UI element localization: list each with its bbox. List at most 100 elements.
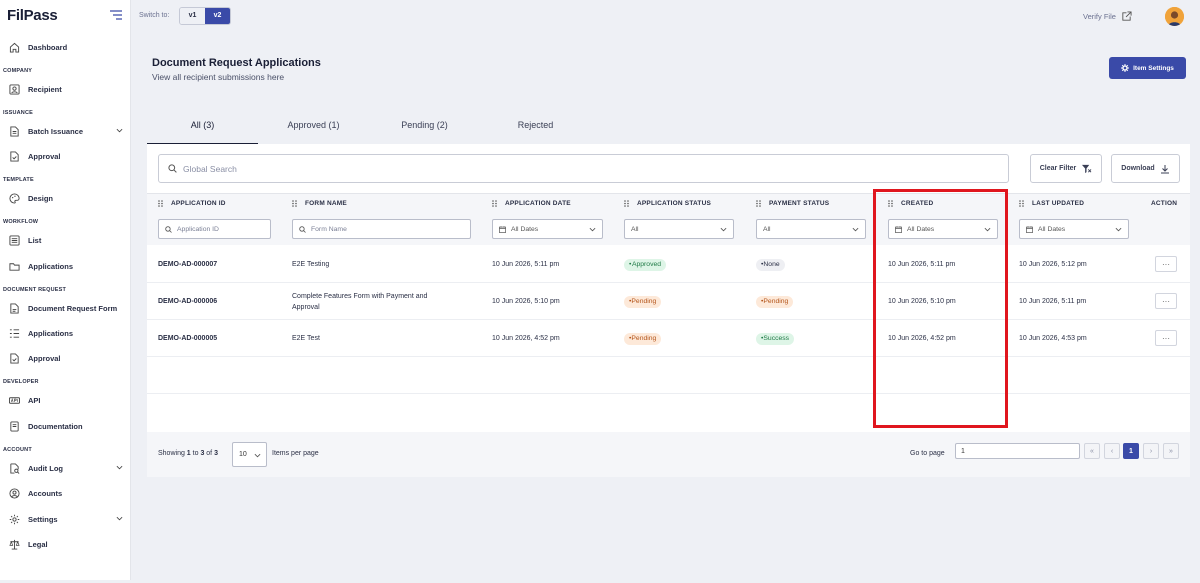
payment-status-filter[interactable]: All bbox=[756, 219, 866, 239]
payment-badge: • None bbox=[756, 258, 785, 271]
switch-label: Switch to: bbox=[139, 12, 170, 19]
applications-table-card: Clear Filter Download APPLICATION ID FOR… bbox=[147, 144, 1190, 477]
tab-rejected[interactable]: Rejected bbox=[480, 110, 591, 145]
items-per-page-select[interactable]: 10 bbox=[232, 442, 267, 467]
download-button[interactable]: Download bbox=[1111, 154, 1180, 183]
cell-created: 10 Jun 2026, 5:11 pm bbox=[888, 261, 956, 268]
empty-row bbox=[147, 394, 1190, 431]
calendar-icon bbox=[895, 225, 902, 233]
verify-file-label: Verify File bbox=[1083, 12, 1116, 21]
sidebar-item-recipient[interactable]: Recipient bbox=[9, 81, 125, 97]
tab-approved[interactable]: Approved (1) bbox=[258, 110, 369, 145]
sidebar-item-legal[interactable]: Legal bbox=[9, 536, 125, 552]
table-header: APPLICATION ID FORM NAME APPLICATION DAT… bbox=[147, 193, 1190, 245]
calendar-icon bbox=[1026, 225, 1033, 233]
col-header-created[interactable]: CREATED bbox=[888, 200, 933, 207]
tab-all[interactable]: All (3) bbox=[147, 110, 258, 145]
go-to-page-input[interactable] bbox=[955, 443, 1080, 459]
table-row[interactable]: DEMO-AD-000005 E2E Test 10 Jun 2026, 4:5… bbox=[147, 320, 1190, 357]
verify-file-link[interactable]: Verify File bbox=[1083, 11, 1132, 22]
drag-handle-icon[interactable] bbox=[1019, 200, 1025, 207]
sidebar-item-document-request-form[interactable]: Document Request Form bbox=[9, 300, 125, 316]
drag-handle-icon[interactable] bbox=[492, 200, 498, 207]
col-header-application-status[interactable]: APPLICATION STATUS bbox=[624, 200, 711, 207]
sidebar-item-dr-approval[interactable]: Approval bbox=[9, 350, 125, 366]
sidebar-item-batch-issuance[interactable]: Batch Issuance bbox=[9, 123, 125, 139]
col-header-form-name[interactable]: FORM NAME bbox=[292, 200, 347, 207]
col-header-last-updated[interactable]: LAST UPDATED bbox=[1019, 200, 1084, 207]
chevron-down-icon bbox=[984, 227, 991, 232]
sidebar-item-settings[interactable]: Settings bbox=[9, 511, 125, 527]
payment-badge: • Success bbox=[756, 332, 795, 345]
item-settings-label: Item Settings bbox=[1133, 64, 1174, 72]
first-page-button[interactable]: « bbox=[1084, 443, 1100, 459]
sidebar-item-api[interactable]: API bbox=[9, 392, 125, 408]
home-icon bbox=[9, 42, 20, 53]
list-icon bbox=[9, 234, 20, 246]
col-header-payment-status[interactable]: PAYMENT STATUS bbox=[756, 200, 829, 207]
page-title: Document Request Applications bbox=[152, 57, 321, 69]
chevron-down-icon bbox=[720, 227, 727, 232]
avatar[interactable] bbox=[1165, 7, 1184, 26]
menu-toggle-icon[interactable] bbox=[110, 10, 122, 20]
table-row[interactable]: DEMO-AD-000006 Complete Features Form wi… bbox=[147, 283, 1190, 320]
row-actions-button[interactable]: ··· bbox=[1155, 293, 1177, 309]
cell-application-date: 10 Jun 2026, 4:52 pm bbox=[492, 335, 560, 342]
audit-search-icon bbox=[10, 462, 20, 474]
sidebar-item-approval[interactable]: Approval bbox=[9, 148, 125, 164]
palette-icon bbox=[9, 192, 20, 204]
sidebar-item-list[interactable]: List bbox=[9, 232, 125, 248]
application-date-filter[interactable]: All Dates bbox=[492, 219, 603, 239]
items-per-page-label: Items per page bbox=[272, 450, 319, 457]
search-icon bbox=[168, 164, 177, 173]
go-to-page-label: Go to page bbox=[910, 450, 945, 457]
cell-created: 10 Jun 2026, 4:52 pm bbox=[888, 335, 956, 342]
last-updated-date-filter[interactable]: All Dates bbox=[1019, 219, 1129, 239]
drag-handle-icon[interactable] bbox=[756, 200, 762, 207]
sidebar-item-dashboard[interactable]: Dashboard bbox=[9, 39, 125, 55]
drag-handle-icon[interactable] bbox=[888, 200, 894, 207]
sidebar-item-design[interactable]: Design bbox=[9, 190, 125, 206]
row-actions-button[interactable]: ··· bbox=[1155, 330, 1177, 346]
sidebar-item-dr-applications[interactable]: Applications bbox=[9, 325, 125, 341]
drag-handle-icon[interactable] bbox=[624, 200, 630, 207]
section-issuance: ISSUANCE bbox=[3, 110, 34, 116]
cell-application-date: 10 Jun 2026, 5:10 pm bbox=[492, 298, 560, 305]
table-footer: Showing 1 to 3 of 3 10 Items per page Go… bbox=[147, 432, 1190, 477]
page-button-current[interactable]: 1 bbox=[1123, 443, 1139, 459]
pagination-summary: Showing 1 to 3 of 3 bbox=[158, 450, 218, 457]
col-header-application-id[interactable]: APPLICATION ID bbox=[158, 200, 226, 207]
tab-pending[interactable]: Pending (2) bbox=[369, 110, 480, 145]
prev-page-button[interactable]: ‹ bbox=[1104, 443, 1120, 459]
cell-application-id: DEMO-AD-000007 bbox=[158, 261, 218, 268]
col-header-application-date[interactable]: APPLICATION DATE bbox=[492, 200, 571, 207]
application-status-filter[interactable]: All bbox=[624, 219, 734, 239]
version-v1-button[interactable]: v1 bbox=[180, 8, 205, 24]
section-template: TEMPLATE bbox=[3, 177, 34, 183]
cell-created: 10 Jun 2026, 5:10 pm bbox=[888, 298, 956, 305]
form-icon bbox=[10, 302, 19, 314]
last-page-button[interactable]: » bbox=[1163, 443, 1179, 459]
item-settings-button[interactable]: Item Settings bbox=[1109, 57, 1186, 79]
sidebar-item-accounts[interactable]: Accounts bbox=[9, 485, 125, 501]
application-id-filter bbox=[158, 219, 271, 239]
clear-filter-button[interactable]: Clear Filter bbox=[1030, 154, 1102, 183]
drag-handle-icon[interactable] bbox=[158, 200, 164, 207]
app-logo[interactable]: FilPass bbox=[7, 7, 58, 24]
row-actions-button[interactable]: ··· bbox=[1155, 256, 1177, 272]
application-id-filter-input[interactable] bbox=[177, 225, 261, 233]
sidebar-item-audit-log[interactable]: Audit Log bbox=[9, 460, 125, 476]
cell-application-status: • Pending bbox=[624, 320, 662, 357]
form-name-filter-input[interactable] bbox=[311, 225, 448, 233]
page-subtitle: View all recipient submissions here bbox=[152, 72, 285, 82]
table-row[interactable]: DEMO-AD-000007 E2E Testing 10 Jun 2026, … bbox=[147, 246, 1190, 283]
drag-handle-icon[interactable] bbox=[292, 200, 298, 207]
version-v2-button[interactable]: v2 bbox=[205, 8, 230, 24]
global-search-input[interactable] bbox=[183, 163, 983, 174]
created-date-filter[interactable]: All Dates bbox=[888, 219, 998, 239]
col-header-action: ACTION bbox=[1151, 200, 1178, 207]
sidebar-item-applications[interactable]: Applications bbox=[9, 258, 125, 274]
sidebar-item-documentation[interactable]: Documentation bbox=[9, 418, 125, 434]
next-page-button[interactable]: › bbox=[1143, 443, 1159, 459]
api-icon bbox=[9, 396, 20, 404]
